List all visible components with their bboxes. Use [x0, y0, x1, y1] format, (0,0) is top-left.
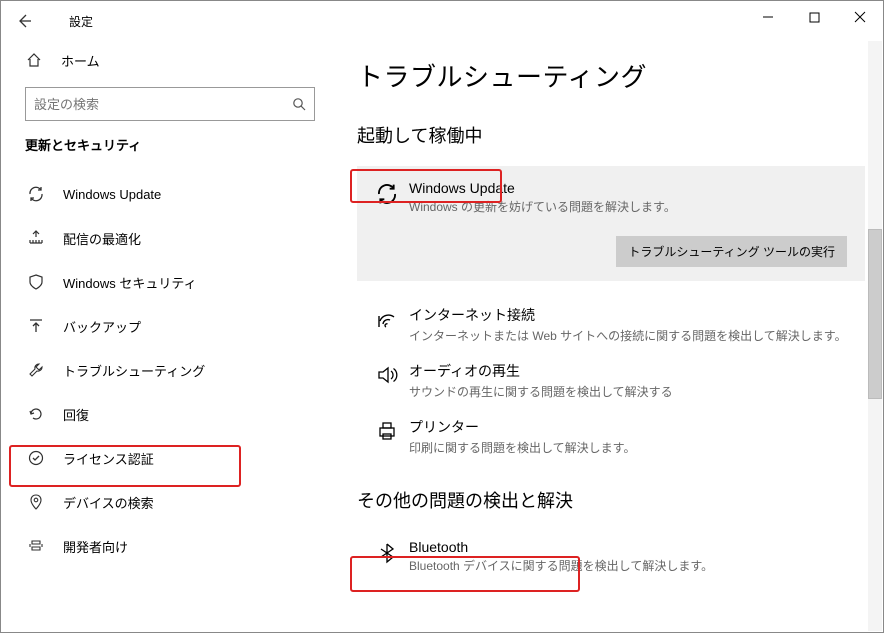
- sidebar-item-security[interactable]: Windows セキュリティ: [23, 260, 311, 304]
- troubleshooter-item-printer[interactable]: プリンター 印刷に関する問題を検出して解決します。: [357, 409, 865, 465]
- search-input[interactable]: [34, 97, 292, 112]
- backup-icon: [25, 317, 47, 335]
- nav-label: Windows Update: [63, 187, 161, 202]
- item-desc: サウンドの再生に関する問題を検出して解決する: [409, 383, 865, 401]
- section-title-other: その他の問題の検出と解決: [357, 487, 573, 513]
- sync-icon: [25, 185, 47, 203]
- item-title: インターネット接続: [409, 305, 865, 325]
- troubleshooter-item-audio[interactable]: オーディオの再生 サウンドの再生に関する問題を検出して解決する: [357, 353, 865, 409]
- wrench-icon: [25, 361, 47, 379]
- sidebar-item-recovery[interactable]: 回復: [23, 392, 311, 436]
- nav-label: 配信の最適化: [63, 229, 141, 248]
- sidebar-group-title: 更新とセキュリティ: [25, 135, 311, 154]
- home-link[interactable]: ホーム: [23, 41, 311, 79]
- nav-label: デバイスの検索: [63, 493, 154, 512]
- nav-label: 開発者向け: [63, 537, 128, 556]
- recovery-icon: [25, 405, 47, 423]
- nav-label: バックアップ: [63, 317, 141, 336]
- section-title-running: 起動して稼働中: [357, 122, 482, 148]
- home-icon: [23, 52, 45, 68]
- close-button[interactable]: [837, 1, 883, 33]
- nav-label: Windows セキュリティ: [63, 273, 197, 292]
- find-device-icon: [25, 493, 47, 511]
- nav-label: トラブルシューティング: [63, 361, 205, 380]
- item-desc: インターネットまたは Web サイトへの接続に関する問題を検出して解決します。: [409, 327, 865, 345]
- sidebar-item-delivery[interactable]: 配信の最適化: [23, 216, 311, 260]
- delivery-icon: [25, 229, 47, 247]
- home-label: ホーム: [61, 51, 100, 70]
- speaker-icon: [365, 361, 409, 401]
- sidebar-item-backup[interactable]: バックアップ: [23, 304, 311, 348]
- maximize-button[interactable]: [791, 1, 837, 33]
- sidebar-item-troubleshoot[interactable]: トラブルシューティング: [23, 348, 311, 392]
- nav-label: 回復: [63, 405, 89, 424]
- shield-icon: [25, 273, 47, 291]
- back-button[interactable]: [1, 1, 47, 41]
- sidebar-item-windows-update[interactable]: Windows Update: [23, 172, 311, 216]
- troubleshooter-card-windows-update[interactable]: Windows Update Windows の更新を妨げている問題を解決します…: [357, 166, 865, 281]
- page-title: トラブルシューティング: [357, 57, 863, 94]
- sidebar-item-activation[interactable]: ライセンス認証: [23, 436, 311, 480]
- sidebar-item-find-device[interactable]: デバイスの検索: [23, 480, 311, 524]
- run-troubleshooter-button[interactable]: トラブルシューティング ツールの実行: [616, 236, 847, 267]
- wifi-icon: [365, 305, 409, 345]
- item-title: オーディオの再生: [409, 361, 865, 381]
- minimize-button[interactable]: [745, 1, 791, 33]
- window-title: 設定: [69, 13, 93, 30]
- item-desc: 印刷に関する問題を検出して解決します。: [409, 439, 865, 457]
- sync-icon: [365, 180, 409, 216]
- item-title: プリンター: [409, 417, 865, 437]
- bluetooth-icon: [365, 539, 409, 575]
- developer-icon: [25, 537, 47, 555]
- nav-label: ライセンス認証: [63, 449, 154, 468]
- card-title: Windows Update: [409, 180, 847, 196]
- item-title: Bluetooth: [409, 539, 865, 555]
- item-desc: Bluetooth デバイスに関する問題を検出して解決します。: [409, 557, 865, 575]
- search-box[interactable]: [25, 87, 315, 121]
- troubleshooter-item-internet[interactable]: インターネット接続 インターネットまたは Web サイトへの接続に関する問題を検…: [357, 297, 865, 353]
- sidebar-item-developers[interactable]: 開発者向け: [23, 524, 311, 568]
- activation-icon: [25, 449, 47, 467]
- card-desc: Windows の更新を妨げている問題を解決します。: [409, 198, 847, 216]
- printer-icon: [365, 417, 409, 457]
- search-icon: [292, 97, 306, 111]
- troubleshooter-item-bluetooth[interactable]: Bluetooth Bluetooth デバイスに関する問題を検出して解決します…: [357, 531, 865, 583]
